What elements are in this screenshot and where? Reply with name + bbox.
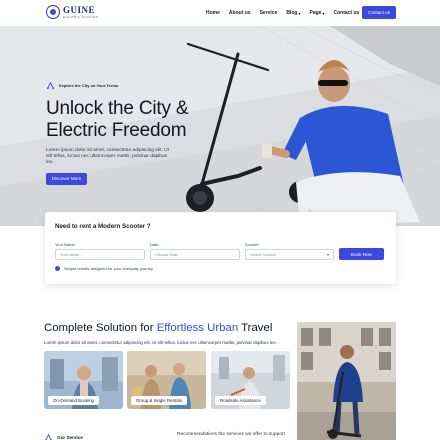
services-intro: Recommendations the services we offer to… xyxy=(177,432,285,437)
card-label: Group & Single Rentals xyxy=(131,396,187,405)
menu-item-contact[interactable]: Contact us xyxy=(333,10,359,16)
site-logo[interactable]: GUINE ELECTRIC SCOOTER xyxy=(46,5,98,19)
service-card-booking[interactable]: On-Demand Booking xyxy=(44,351,123,409)
hero-banner: Explore the City on Your Terms Unlock th… xyxy=(0,26,440,226)
logo-icon xyxy=(46,5,60,19)
menu-item-blog[interactable]: Blog ▾ xyxy=(286,10,300,16)
contact-us-button[interactable]: Contact us xyxy=(362,6,396,19)
scooter-icon xyxy=(46,81,55,90)
check-icon xyxy=(55,266,60,271)
service-card-rentals[interactable]: Group & Single Rentals xyxy=(127,351,206,409)
chevron-down-icon: ▾ xyxy=(298,10,301,16)
card-label: On-Demand Booking xyxy=(48,396,100,405)
chevron-down-icon: ▾ xyxy=(322,10,325,16)
scooter-icon xyxy=(44,433,53,440)
scooter-label: Scooter xyxy=(245,242,259,247)
date-input[interactable]: Choose Date xyxy=(150,249,240,260)
date-label: Date xyxy=(150,242,159,247)
main-menu: Home About us Service Blog ▾ Page ▾ Contac… xyxy=(206,10,368,16)
hero-content: Explore the City on Your Terms Unlock th… xyxy=(46,81,226,185)
card-label: Roadside Assistance xyxy=(215,396,266,405)
hero-title: Unlock the City & Electric Freedom xyxy=(46,98,189,141)
rental-note: Simple rentals designed for your everyda… xyxy=(55,266,153,271)
discover-more-button[interactable]: Discover More xyxy=(46,172,87,185)
scooter-rider-photo xyxy=(297,322,396,440)
name-label: Your Name xyxy=(55,242,75,247)
service-card-roadside[interactable]: Roadside Assistance xyxy=(211,351,290,409)
booking-title: Need to rent a Modern Scooter ? xyxy=(55,223,151,230)
logo-name: GUINE xyxy=(63,4,96,15)
top-navbar: GUINE ELECTRIC SCOOTER Home About us Ser… xyxy=(0,0,440,26)
scooter-select[interactable]: Select Scooter ▾ xyxy=(245,249,334,260)
name-input[interactable]: Your name ... xyxy=(55,249,145,260)
logo-subtitle: ELECTRIC SCOOTER xyxy=(63,14,99,19)
our-service-eyebrow: Our Service xyxy=(44,433,83,440)
menu-item-page[interactable]: Page ▾ xyxy=(310,10,325,16)
hero-eyebrow: Explore the City on Your Terms xyxy=(46,81,226,90)
menu-item-home[interactable]: Home xyxy=(206,10,220,16)
solution-title: Complete Solution for Effortless Urban T… xyxy=(44,322,273,334)
menu-item-about[interactable]: About us xyxy=(229,10,251,16)
solution-description: Lorem ipsum dolor sit amet, consectetur … xyxy=(44,340,277,345)
menu-item-service[interactable]: Service xyxy=(260,10,278,16)
book-now-button[interactable]: Book Now xyxy=(339,248,384,260)
chevron-down-icon: ▾ xyxy=(326,252,329,257)
booking-form: Need to rent a Modern Scooter ? Your Nam… xyxy=(45,212,396,284)
hero-description: Lorem ipsum dolor sit amet, consectetur … xyxy=(46,148,169,166)
